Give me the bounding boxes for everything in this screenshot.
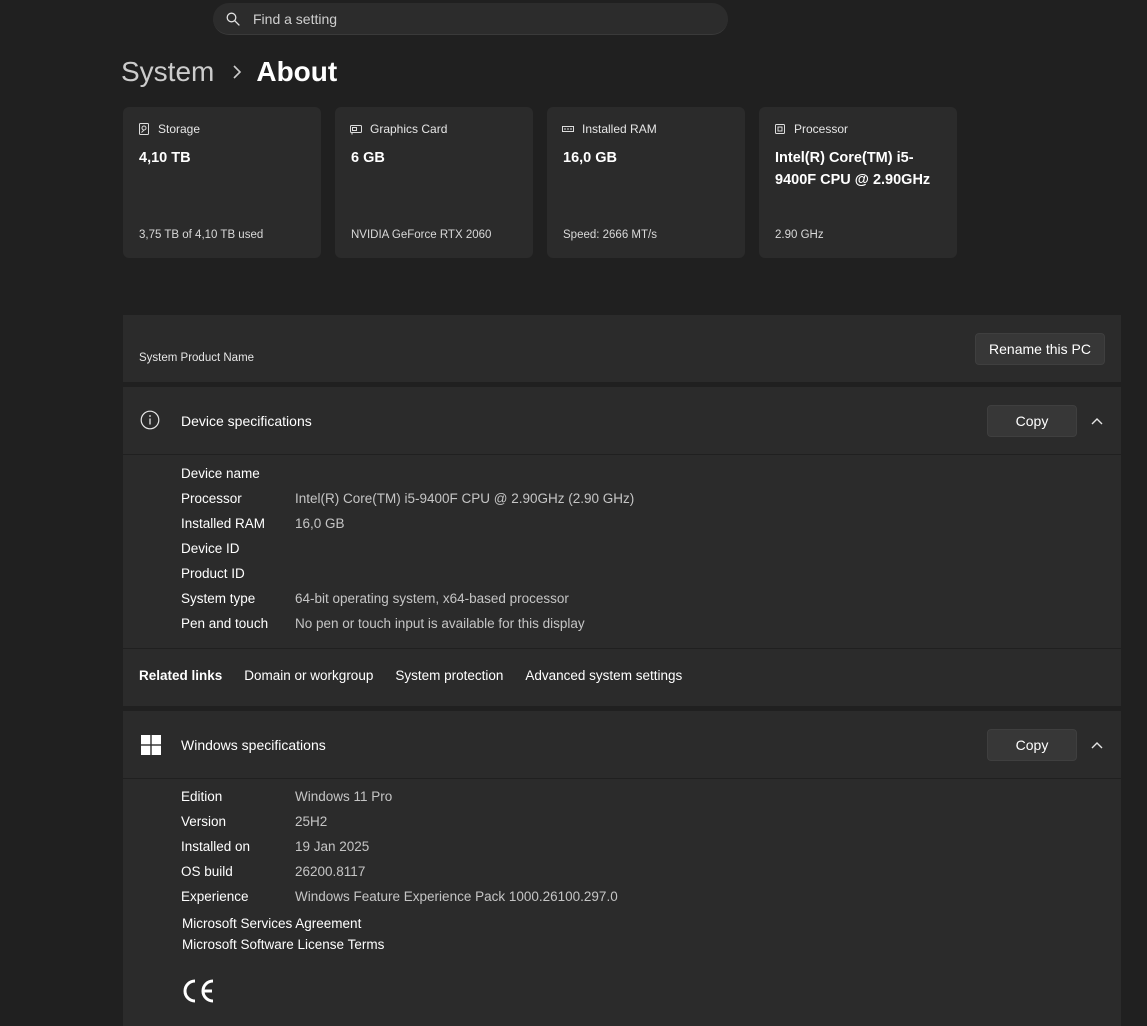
card-label: Storage — [158, 122, 201, 136]
spec-row: Experience Windows Feature Experience Pac… — [181, 889, 618, 914]
spec-value: 16,0 GB — [295, 516, 345, 531]
spec-row: Pen and touch No pen or touch input is av… — [181, 616, 634, 641]
spec-row: OS build 26200.8117 — [181, 864, 618, 889]
search-box[interactable] — [213, 3, 728, 35]
graphics-card-icon — [350, 125, 362, 135]
spec-value: No pen or touch input is available for t… — [295, 616, 585, 631]
processor-card-header: Processor — [774, 122, 848, 136]
breadcrumb: System About — [121, 52, 337, 92]
spec-value: Intel(R) Core(TM) i5-9400F CPU @ 2.90GHz… — [295, 491, 635, 506]
chevron-up-icon[interactable] — [1091, 741, 1103, 749]
spec-key: Device ID — [181, 541, 240, 556]
license-terms-link[interactable]: Microsoft Software License Terms — [182, 937, 384, 952]
search-input[interactable] — [253, 3, 713, 35]
spec-key: OS build — [181, 864, 233, 879]
storage-card-header: Storage — [138, 122, 200, 136]
spec-row: Installed RAM 16,0 GB — [181, 516, 634, 541]
spec-key: Pen and touch — [181, 616, 269, 631]
spec-key: Experience — [181, 889, 249, 904]
ram-icon — [562, 126, 574, 132]
card-subtext: 3,75 TB of 4,10 TB used — [139, 229, 264, 241]
graphics-card-header: Graphics Card — [350, 122, 447, 136]
services-agreement-link[interactable]: Microsoft Services Agreement — [182, 916, 361, 931]
spec-value: Windows 11 Pro — [295, 789, 393, 804]
spec-row: Version 25H2 — [181, 814, 618, 839]
card-subtext: NVIDIA GeForce RTX 2060 — [351, 229, 492, 241]
card-label: Graphics Card — [370, 122, 448, 136]
processor-card[interactable]: Processor Intel(R) Core(TM) i5-9400F CPU… — [759, 107, 957, 258]
device-specs-list: Device name Processor Intel(R) Core(TM) i… — [181, 466, 634, 641]
card-subtext: Speed: 2666 MT/s — [563, 229, 657, 241]
windows-logo-icon — [141, 735, 161, 755]
card-label: Processor — [794, 122, 849, 136]
device-specs-title: Device specifications — [181, 413, 312, 429]
storage-card[interactable]: Storage 4,10 TB 3,75 TB of 4,10 TB used — [123, 107, 321, 258]
chevron-up-icon[interactable] — [1091, 417, 1103, 425]
processor-icon — [775, 124, 785, 134]
related-links: Related links Domain or workgroup System… — [139, 668, 704, 683]
card-value: 6 GB — [351, 150, 385, 166]
spec-row: Product ID — [181, 566, 634, 591]
windows-specs-title: Windows specifications — [181, 737, 326, 753]
spec-row: Device name — [181, 466, 634, 491]
installed-ram-header: Installed RAM — [562, 122, 657, 136]
domain-workgroup-link[interactable]: Domain or workgroup — [244, 668, 373, 683]
card-subtext: 2.90 GHz — [775, 229, 824, 241]
device-specs-body: Device name Processor Intel(R) Core(TM) i… — [123, 455, 1121, 648]
spec-row: Device ID — [181, 541, 634, 566]
search-icon — [226, 12, 240, 26]
spec-key: Processor — [181, 491, 242, 506]
spec-key: Edition — [181, 789, 223, 804]
breadcrumb-system-link[interactable]: System — [121, 56, 214, 88]
spec-row: System type 64-bit operating system, x64-… — [181, 591, 634, 616]
chevron-right-icon — [233, 65, 242, 79]
related-links-panel: Related links Domain or workgroup System… — [123, 649, 1121, 706]
copy-device-specs-button[interactable]: Copy — [987, 405, 1077, 437]
spec-row: Installed on 19 Jan 2025 — [181, 839, 618, 864]
spec-key: Installed on — [181, 839, 251, 854]
card-label: Installed RAM — [582, 122, 657, 136]
spec-key: Version — [181, 814, 227, 829]
spec-key: Device name — [181, 466, 260, 481]
info-icon — [140, 410, 160, 430]
spec-value: 26200.8117 — [295, 864, 366, 879]
windows-specs-list: Edition Windows 11 Pro Version 25H2 Instal… — [181, 789, 618, 914]
card-value: 4,10 TB — [139, 150, 191, 166]
installed-ram-card[interactable]: Installed RAM 16,0 GB Speed: 2666 MT/s — [547, 107, 745, 258]
ce-mark-icon — [183, 979, 214, 1003]
spec-key: Product ID — [181, 566, 245, 581]
rename-pc-button[interactable]: Rename this PC — [975, 333, 1105, 365]
graphics-card-card[interactable]: Graphics Card 6 GB NVIDIA GeForce RTX 20… — [335, 107, 533, 258]
page-title: About — [256, 56, 338, 87]
spec-row: Processor Intel(R) Core(TM) i5-9400F CPU … — [181, 491, 634, 516]
spec-value: 64-bit operating system, x64-based proce… — [295, 591, 569, 606]
spec-key: Installed RAM — [181, 516, 266, 531]
card-value: Intel(R) Core(TM) i5-9400F CPU @ 2.90GHz — [775, 150, 931, 188]
product-name-label: System Product Name — [139, 352, 255, 364]
advanced-system-settings-link[interactable]: Advanced system settings — [525, 668, 682, 683]
spec-value: 25H2 — [295, 814, 328, 829]
spec-value: Windows Feature Experience Pack 1000.261… — [295, 889, 618, 904]
spec-key: System type — [181, 591, 256, 606]
card-value: 16,0 GB — [563, 150, 617, 166]
related-links-label: Related links — [139, 668, 223, 683]
spec-row: Edition Windows 11 Pro — [181, 789, 618, 814]
system-protection-link[interactable]: System protection — [395, 668, 503, 683]
windows-specs-header[interactable]: Windows specifications Copy — [123, 711, 1121, 778]
windows-specs-body: Edition Windows 11 Pro Version 25H2 Instal… — [123, 779, 1121, 1026]
product-name-panel: System Product Name Rename this PC — [123, 315, 1121, 382]
device-specs-header[interactable]: Device specifications Copy — [123, 387, 1121, 454]
copy-windows-specs-button[interactable]: Copy — [987, 729, 1077, 761]
spec-value: 19 Jan 2025 — [295, 839, 370, 854]
storage-icon — [139, 123, 149, 135]
